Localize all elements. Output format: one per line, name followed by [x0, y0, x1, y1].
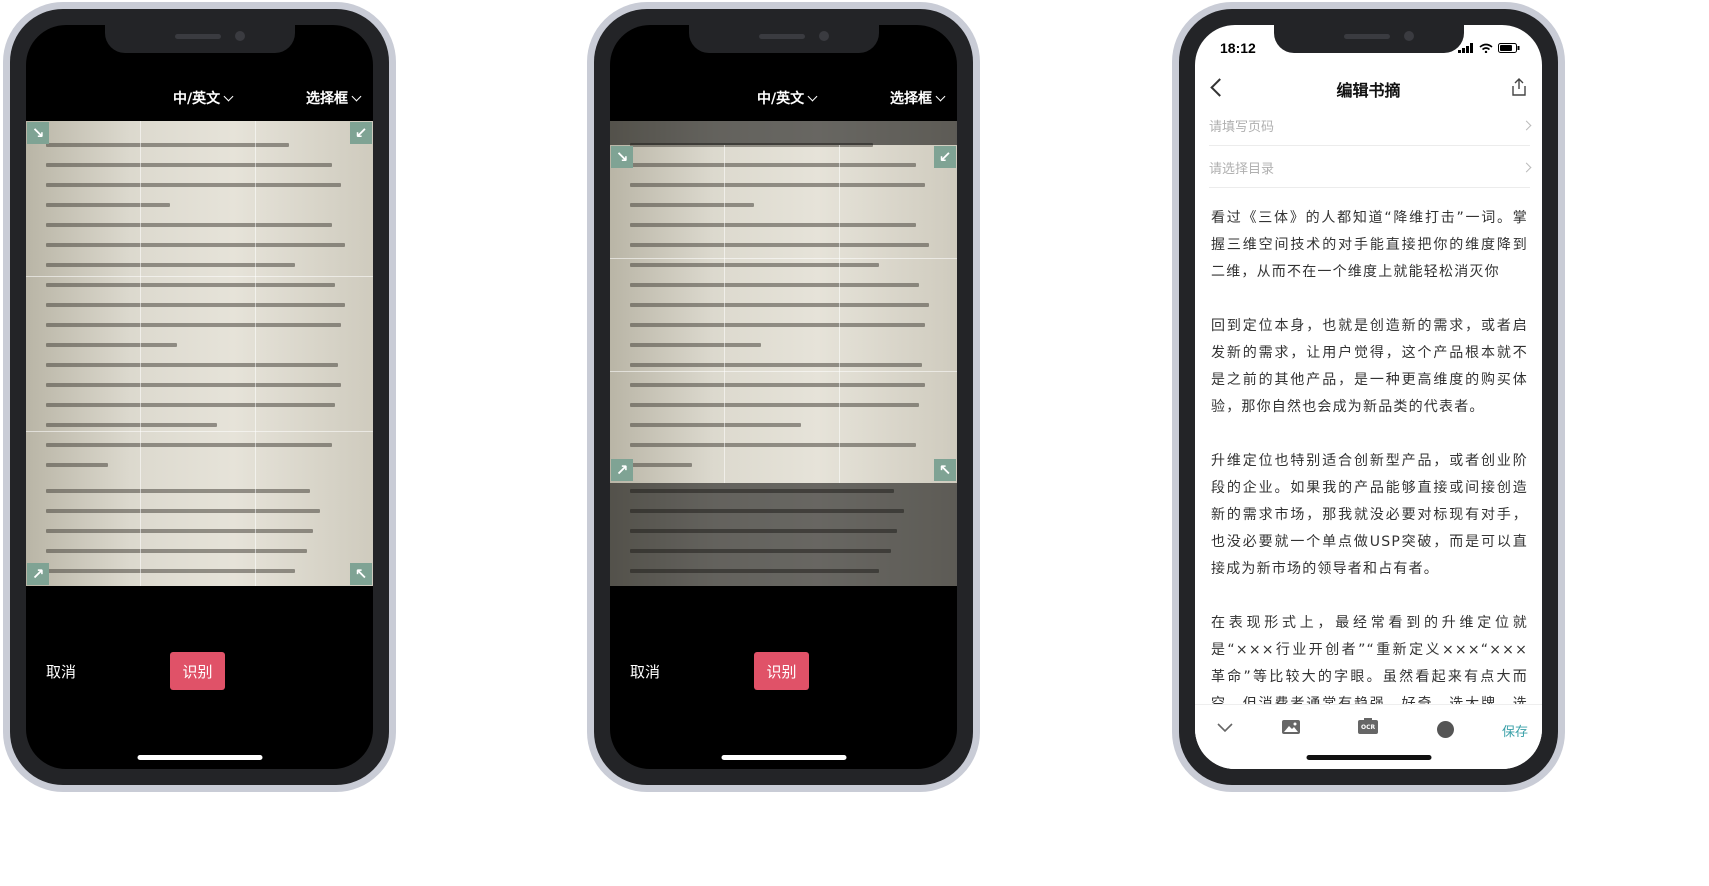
image-icon[interactable] — [1281, 719, 1301, 735]
language-dropdown[interactable]: 中/英文 — [757, 88, 818, 108]
signal-icon — [1458, 43, 1473, 53]
grid-line — [839, 145, 840, 483]
recognize-button[interactable]: 识别 — [754, 652, 809, 690]
crop-mask-bottom — [610, 483, 957, 586]
battery-icon — [1498, 43, 1520, 53]
editor-screen: 18:12 编辑书摘 请填写页码 请选择目录 看过《三体》的人都知道“降维打击”… — [1195, 25, 1542, 769]
home-indicator[interactable] — [721, 755, 846, 760]
crop-handle-bottom-right[interactable]: ↖ — [934, 459, 956, 481]
chevron-down-icon — [351, 91, 362, 101]
grid-line — [140, 121, 141, 586]
cancel-button[interactable]: 取消 — [46, 661, 76, 682]
excerpt-paragraph: 看过《三体》的人都知道“降维打击”一词。掌握三维空间技术的对手能直接把你的维度降… — [1211, 210, 1528, 280]
crop-handle-top-right[interactable]: ↙ — [350, 122, 372, 144]
status-icons — [1458, 43, 1520, 53]
scanner-screen: 中/英文 选择框 ↘ ↙ ↗ ↖ 取消 识别 — [26, 25, 373, 769]
frame-dropdown[interactable]: 选择框 — [306, 88, 362, 108]
language-dropdown[interactable]: 中/英文 — [173, 88, 234, 108]
grid-line — [610, 371, 957, 372]
phone-frame-scanner-left: 中/英文 选择框 ↘ ↙ ↗ ↖ 取消 识别 — [3, 2, 396, 792]
status-time: 18:12 — [1220, 40, 1256, 56]
phone-frame-editor: 18:12 编辑书摘 请填写页码 请选择目录 看过《三体》的人都知道“降维打击”… — [1172, 2, 1565, 792]
crop-handle-bottom-left[interactable]: ↗ — [27, 563, 49, 585]
chevron-down-icon — [935, 91, 946, 101]
crop-mask-top — [610, 121, 957, 145]
page-title: 编辑书摘 — [1336, 81, 1401, 100]
crop-handle-top-right[interactable]: ↙ — [934, 146, 956, 168]
home-indicator[interactable] — [137, 755, 262, 760]
notch — [688, 25, 879, 53]
grid-line — [255, 121, 256, 586]
page-number-field[interactable]: 请填写页码 — [1209, 105, 1532, 146]
excerpt-paragraph: 升维定位也特别适合创新型产品，或者创业阶段的企业。如果我的产品能够直接或间接创造… — [1211, 453, 1528, 577]
excerpt-paragraph: 在表现形式上，最经常看到的升维定位就是“×××行业开创者”“重新定义×××“××… — [1211, 615, 1528, 711]
excerpt-text-area[interactable]: 看过《三体》的人都知道“降维打击”一词。掌握三维空间技术的对手能直接把你的维度降… — [1211, 205, 1528, 711]
chevron-down-icon — [223, 91, 234, 101]
book-page-photo: ↘ ↙ ↗ ↖ — [26, 121, 373, 586]
grid-line — [26, 431, 373, 432]
notch — [1273, 25, 1464, 53]
save-button[interactable]: 保存 — [1502, 721, 1528, 740]
ocr-icon[interactable]: OCR — [1357, 717, 1379, 739]
grid-line — [26, 276, 373, 277]
crop-handle-top-left[interactable]: ↘ — [611, 146, 633, 168]
grid-line — [610, 258, 957, 259]
excerpt-paragraph: 回到定位本身，也就是创造新的需求，或者启发新的需求，让用户觉得，这个产品根本就不… — [1211, 318, 1528, 415]
chevron-down-icon — [807, 91, 818, 101]
printed-text-lines — [46, 127, 357, 586]
cancel-button[interactable]: 取消 — [630, 661, 660, 682]
crop-handle-bottom-left[interactable]: ↗ — [611, 459, 633, 481]
crop-handle-bottom-right[interactable]: ↖ — [350, 563, 372, 585]
scanner-screen: 中/英文 选择框 ↘ ↙ ↗ ↖ 取消 识别 — [610, 25, 957, 769]
crop-handle-top-left[interactable]: ↘ — [27, 122, 49, 144]
recognize-button[interactable]: 识别 — [170, 652, 225, 690]
chevron-right-icon — [1521, 162, 1532, 172]
wifi-icon — [1479, 43, 1493, 53]
home-indicator[interactable] — [1306, 755, 1431, 760]
share-icon[interactable] — [1510, 77, 1528, 97]
notch — [104, 25, 295, 53]
frame-dropdown[interactable]: 选择框 — [890, 88, 946, 108]
grid-line — [724, 145, 725, 483]
record-icon[interactable] — [1437, 721, 1454, 738]
catalog-select[interactable]: 请选择目录 — [1209, 147, 1532, 188]
chevron-right-icon — [1521, 120, 1532, 130]
collapse-keyboard-icon[interactable] — [1217, 723, 1233, 733]
book-page-photo: ↘ ↙ ↗ ↖ — [610, 121, 957, 586]
phone-frame-scanner-middle: 中/英文 选择框 ↘ ↙ ↗ ↖ 取消 识别 — [587, 2, 980, 792]
